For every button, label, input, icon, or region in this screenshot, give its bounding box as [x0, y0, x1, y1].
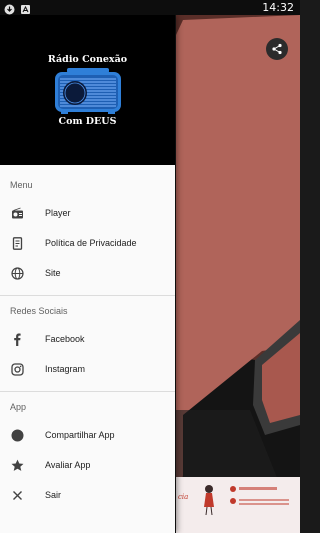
- menu-item-label: Instagram: [45, 364, 86, 374]
- ad-banner-artwork: cia: [178, 485, 289, 516]
- menu-item-player[interactable]: Player: [0, 199, 175, 229]
- status-bar: 14:32: [0, 0, 300, 15]
- document-icon: [11, 237, 24, 250]
- menu-item-label: Compartilhar App: [45, 430, 115, 440]
- menu-item-label: Facebook: [45, 334, 85, 344]
- menu-item-label: Site: [45, 268, 61, 278]
- navigation-drawer: Rádio Conexão Com DEUS Menu Player Polít…: [0, 15, 175, 533]
- facebook-icon: [11, 333, 24, 346]
- divider: [0, 295, 175, 296]
- menu-item-rate-app[interactable]: Avaliar App: [0, 451, 175, 481]
- section-title-social: Redes Sociais: [10, 306, 68, 316]
- app-notification-icon: [20, 2, 31, 14]
- menu-item-facebook[interactable]: Facebook: [0, 325, 175, 355]
- ad-banner[interactable]: cia: [176, 477, 300, 533]
- share-button[interactable]: [266, 38, 288, 60]
- status-time: 14:32: [262, 1, 294, 14]
- globe-icon: [11, 267, 24, 280]
- logo-title: Rádio Conexão: [47, 54, 128, 65]
- menu-item-label: Sair: [45, 490, 62, 500]
- download-notification-icon: [4, 2, 15, 15]
- menu-item-label: Avaliar App: [45, 460, 91, 470]
- divider: [0, 391, 175, 392]
- menu-item-label: Política de Privacidade: [45, 238, 137, 248]
- radio-logo-icon: [55, 68, 121, 114]
- menu-item-label: Player: [45, 208, 71, 218]
- menu-item-privacy-policy[interactable]: Política de Privacidade: [0, 229, 175, 259]
- instagram-icon: [11, 363, 24, 376]
- drawer-header: Rádio Conexão Com DEUS: [0, 15, 175, 165]
- close-icon: [11, 489, 24, 502]
- star-icon: [11, 459, 24, 472]
- svg-text:cia: cia: [178, 493, 188, 501]
- radio-icon: [11, 207, 24, 220]
- share-circle-icon: [11, 429, 24, 442]
- section-title-menu: Menu: [10, 180, 33, 190]
- section-title-app: App: [10, 402, 27, 412]
- menu-item-exit[interactable]: Sair: [0, 481, 175, 511]
- logo-subtitle: Com DEUS: [58, 116, 117, 127]
- menu-item-site[interactable]: Site: [0, 259, 175, 289]
- menu-item-share-app[interactable]: Compartilhar App: [0, 421, 175, 451]
- menu-item-instagram[interactable]: Instagram: [0, 355, 175, 385]
